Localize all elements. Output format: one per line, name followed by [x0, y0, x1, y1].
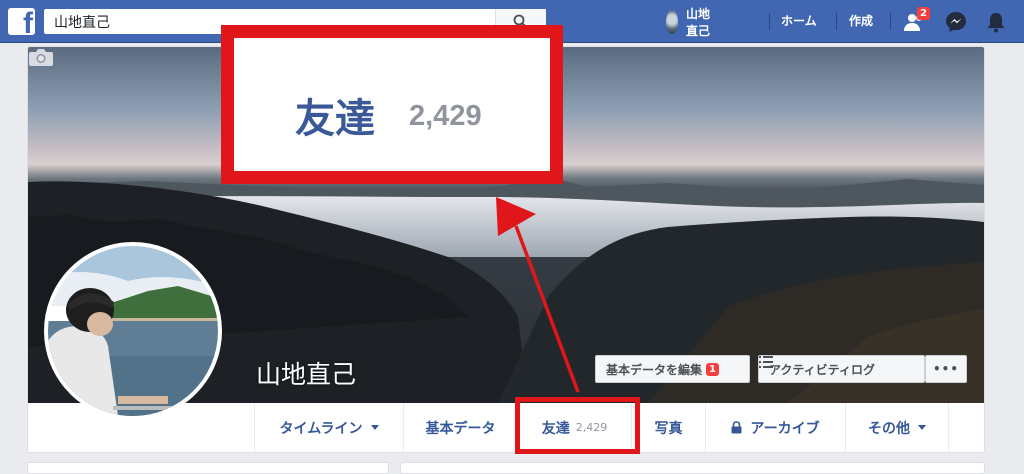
- friends-tab-highlight: [515, 397, 640, 454]
- callout-friends-label: 友達: [295, 96, 375, 142]
- callout-friends-count: 2,429: [409, 100, 482, 132]
- friends-count-callout: 友達 2,429: [221, 25, 563, 184]
